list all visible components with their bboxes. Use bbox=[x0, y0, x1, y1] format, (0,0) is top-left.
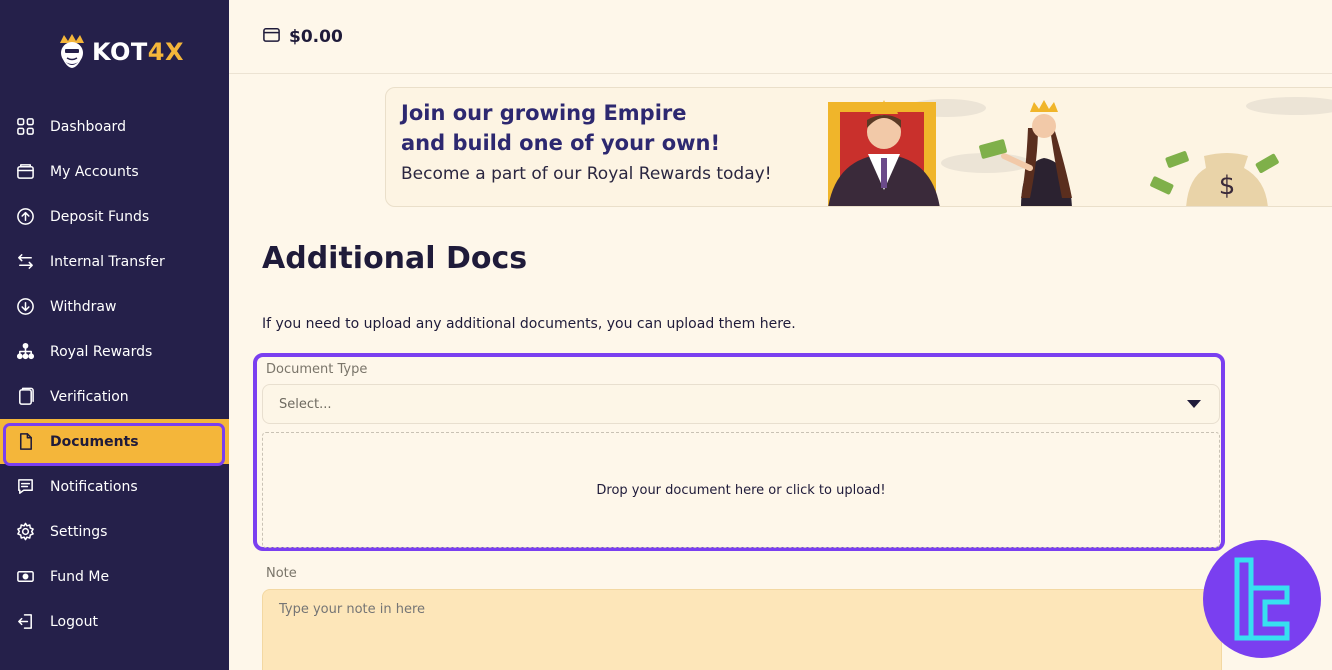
sidebar-item-my-accounts[interactable]: My Accounts bbox=[0, 149, 229, 194]
wallet-icon bbox=[15, 162, 35, 182]
banner-subtitle: Become a part of our Royal Rewards today… bbox=[401, 164, 772, 184]
caret-down-icon bbox=[1187, 400, 1201, 408]
note-textarea[interactable] bbox=[262, 589, 1222, 670]
sidebar-item-label: My Accounts bbox=[50, 163, 139, 180]
sidebar-item-logout[interactable]: Logout bbox=[0, 599, 229, 644]
sidebar-item-label: Deposit Funds bbox=[50, 208, 150, 225]
transfer-arrows-icon bbox=[15, 252, 35, 272]
document-icon bbox=[15, 432, 35, 452]
king-mascot-icon bbox=[60, 34, 84, 68]
id-card-icon bbox=[15, 387, 35, 407]
network-icon bbox=[15, 342, 35, 362]
brand-logo[interactable]: KOT4X bbox=[56, 32, 184, 72]
sidebar-item-label: Royal Rewards bbox=[50, 343, 153, 360]
sidebar-item-label: Dashboard bbox=[50, 118, 126, 135]
sidebar-item-documents[interactable]: Documents bbox=[0, 419, 229, 466]
arrow-down-circle-icon bbox=[15, 297, 35, 317]
sidebar-item-verification[interactable]: Verification bbox=[0, 374, 229, 419]
corner-logo-badge bbox=[1203, 540, 1321, 658]
sidebar-item-fund-me[interactable]: Fund Me bbox=[0, 554, 229, 599]
royal-rewards-banner[interactable]: Join our growing Empire and build one of… bbox=[385, 87, 1332, 207]
grid-icon bbox=[15, 117, 35, 137]
sidebar-item-internal-transfer[interactable]: Internal Transfer bbox=[0, 239, 229, 284]
page-title: Additional Docs bbox=[262, 241, 528, 276]
sidebar-item-label: Settings bbox=[50, 523, 108, 540]
banner-headline-line1: Join our growing Empire bbox=[401, 101, 687, 125]
sidebar-item-label: Notifications bbox=[50, 478, 138, 495]
page-description: If you need to upload any additional doc… bbox=[262, 316, 796, 332]
top-bar: $0.00 bbox=[229, 0, 1332, 74]
document-dropzone[interactable]: Drop your document here or click to uplo… bbox=[262, 432, 1220, 548]
sidebar-item-label: Internal Transfer bbox=[50, 253, 165, 270]
account-balance: $0.00 bbox=[289, 26, 343, 47]
banner-headline-line2: and build one of your own! bbox=[401, 131, 721, 155]
gear-icon bbox=[15, 522, 35, 542]
sidebar-item-dashboard[interactable]: Dashboard bbox=[0, 104, 229, 149]
message-icon bbox=[15, 477, 35, 497]
document-type-placeholder: Select... bbox=[279, 396, 332, 412]
document-type-label: Document Type bbox=[266, 362, 368, 377]
arrow-up-circle-icon bbox=[15, 207, 35, 227]
sidebar-item-label: Fund Me bbox=[50, 568, 110, 585]
banner-illustration: $ bbox=[828, 97, 1332, 206]
wallet-icon bbox=[262, 25, 281, 48]
sidebar-item-label: Documents bbox=[50, 433, 139, 450]
cash-icon bbox=[15, 567, 35, 587]
sidebar-item-notifications[interactable]: Notifications bbox=[0, 464, 229, 509]
logout-icon bbox=[15, 612, 35, 632]
sidebar-nav: Dashboard My Accounts Deposit Funds Inte… bbox=[0, 104, 229, 644]
document-type-select[interactable]: Select... bbox=[262, 384, 1220, 424]
sidebar-item-settings[interactable]: Settings bbox=[0, 509, 229, 554]
sidebar-item-royal-rewards[interactable]: Royal Rewards bbox=[0, 329, 229, 374]
money-bag-symbol: $ bbox=[1219, 171, 1236, 201]
sidebar-item-label: Logout bbox=[50, 613, 98, 630]
brand-wordmark: KOT4X bbox=[92, 38, 184, 66]
sidebar-item-label: Withdraw bbox=[50, 298, 117, 315]
sidebar: KOT4X Dashboard My Accounts Deposit Fund… bbox=[0, 0, 229, 670]
sidebar-item-withdraw[interactable]: Withdraw bbox=[0, 284, 229, 329]
sidebar-item-label: Verification bbox=[50, 388, 129, 405]
sidebar-item-deposit-funds[interactable]: Deposit Funds bbox=[0, 194, 229, 239]
dropzone-text: Drop your document here or click to uplo… bbox=[596, 482, 886, 498]
tc-monogram-icon bbox=[1234, 557, 1290, 641]
note-label: Note bbox=[266, 566, 297, 581]
